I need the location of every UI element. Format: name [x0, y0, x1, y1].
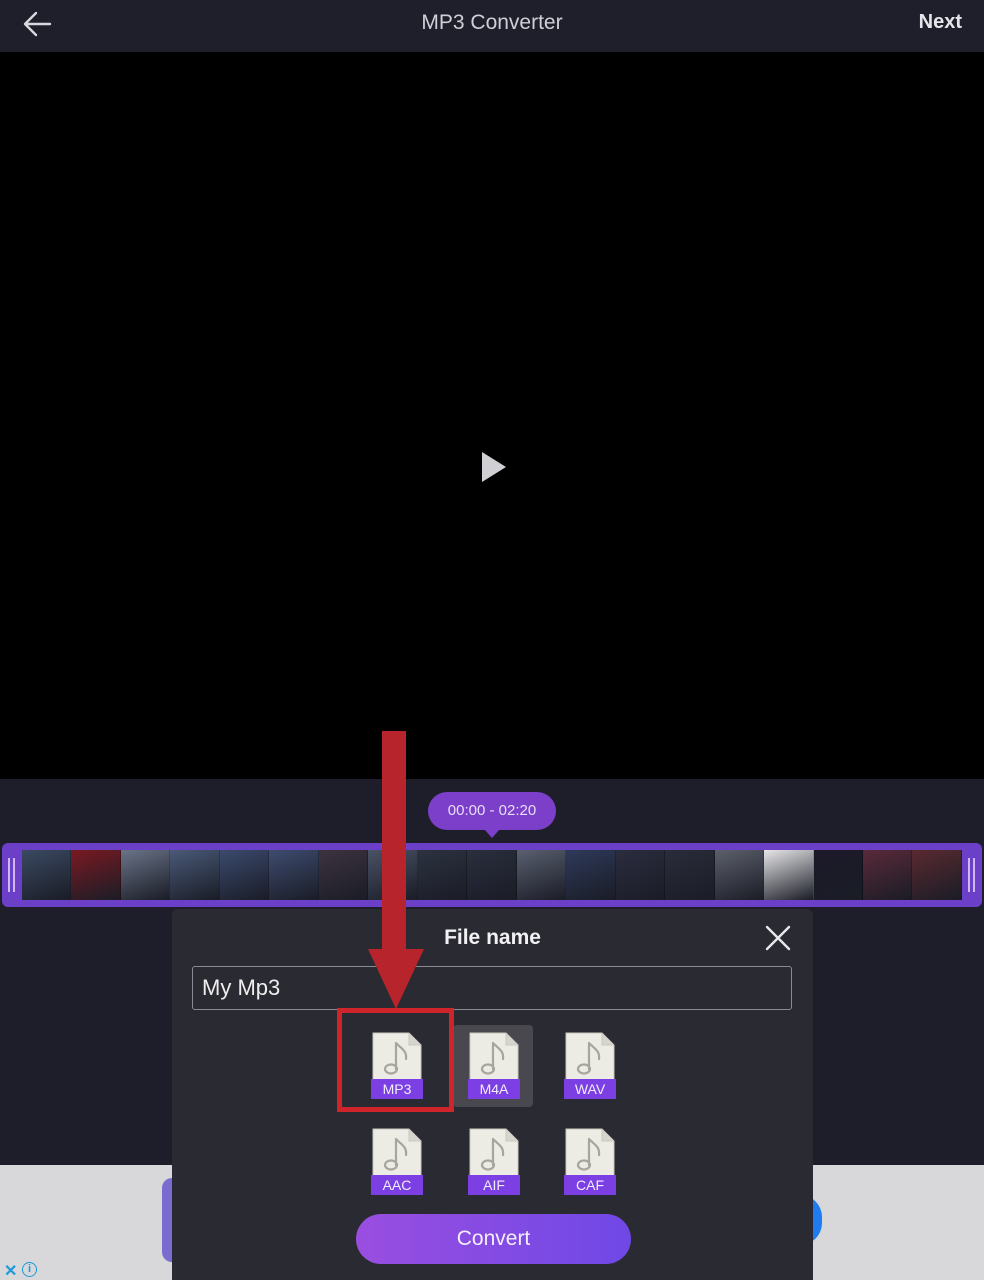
- trim-handle-left[interactable]: [6, 852, 18, 898]
- timeline-frame: [170, 850, 220, 900]
- timeline-frames: [22, 850, 962, 900]
- format-label: WAV: [564, 1079, 616, 1099]
- play-icon: [482, 452, 506, 482]
- timeline-frame: [615, 850, 666, 900]
- top-bar: MP3 Converter Next: [0, 0, 984, 52]
- time-range-badge: 00:00 - 02:20: [428, 792, 556, 838]
- close-button[interactable]: [763, 923, 793, 953]
- page-title: MP3 Converter: [421, 11, 563, 34]
- format-option-wav[interactable]: WAV: [549, 1025, 629, 1107]
- timeline-frame: [566, 850, 616, 900]
- play-button[interactable]: [478, 450, 510, 484]
- format-option-m4a[interactable]: M4A: [453, 1025, 533, 1107]
- next-button[interactable]: Next: [919, 11, 962, 34]
- file-name-dialog: File name MP3 M4A WAV AAC AIF CAF Conver…: [172, 909, 813, 1280]
- timeline-frame: [912, 850, 962, 900]
- timeline-frame: [417, 850, 468, 900]
- timeline-frame: [665, 850, 715, 900]
- format-label: AIF: [468, 1175, 520, 1195]
- trim-handle-right[interactable]: [966, 852, 978, 898]
- file-name-input[interactable]: [192, 966, 792, 1010]
- timeline-frame: [714, 850, 765, 900]
- ad-info-icon[interactable]: i: [22, 1262, 37, 1277]
- convert-button[interactable]: Convert: [356, 1214, 631, 1264]
- timeline-frame: [813, 850, 863, 900]
- timeline-frame: [368, 850, 418, 900]
- format-label: M4A: [468, 1079, 520, 1099]
- timeline-trimmer[interactable]: [2, 843, 982, 907]
- timeline-frame: [318, 850, 369, 900]
- format-label: MP3: [371, 1079, 423, 1099]
- format-label: CAF: [564, 1175, 616, 1195]
- format-option-aif[interactable]: AIF: [453, 1121, 533, 1203]
- timeline-frame: [862, 850, 913, 900]
- dialog-title: File name: [444, 926, 541, 949]
- timeline-frame: [516, 850, 567, 900]
- format-option-aac[interactable]: AAC: [356, 1121, 436, 1203]
- app-screen: MP3 Converter Next 00:00 - 02:20 ✕ i Fil…: [0, 0, 984, 1280]
- ad-close-icon[interactable]: ✕: [4, 1261, 17, 1280]
- timeline-frame: [764, 850, 814, 900]
- format-option-mp3[interactable]: MP3: [356, 1025, 436, 1107]
- format-label: AAC: [371, 1175, 423, 1195]
- video-preview[interactable]: [0, 52, 984, 779]
- timeline-frame: [120, 850, 171, 900]
- timeline-frame: [22, 850, 72, 900]
- close-icon: [765, 925, 791, 951]
- timeline-frame: [467, 850, 517, 900]
- timeline-frame: [71, 850, 121, 900]
- timeline-frame: [269, 850, 319, 900]
- timeline-frame: [219, 850, 270, 900]
- format-option-caf[interactable]: CAF: [549, 1121, 629, 1203]
